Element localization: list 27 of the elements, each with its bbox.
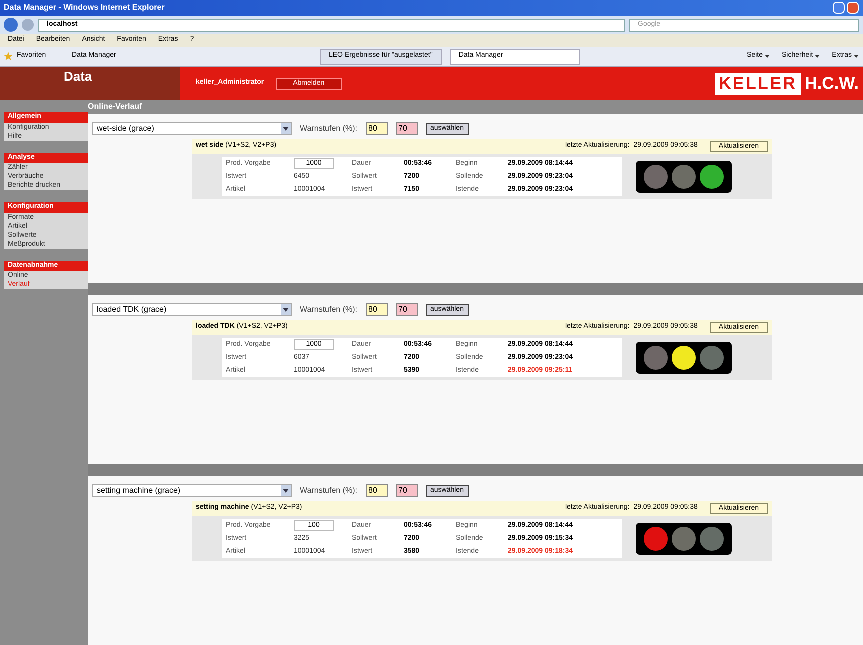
warn-field[interactable]: 70: [396, 303, 418, 316]
logo: Data: [0, 67, 180, 100]
window-title: Data Manager - Windows Internet Explorer: [4, 2, 165, 14]
dropdown-icon: [281, 123, 291, 134]
caret-icon: [815, 55, 820, 58]
warn-field[interactable]: 80: [366, 122, 388, 135]
caret-icon: [854, 55, 859, 58]
warn-label: Warnstufen (%):: [300, 122, 358, 134]
group-select[interactable]: setting machine (grace): [92, 484, 292, 497]
warn-field[interactable]: 80: [366, 303, 388, 316]
warn-label: Warnstufen (%):: [300, 484, 358, 496]
minimize-icon[interactable]: [833, 2, 845, 14]
back-icon[interactable]: [4, 18, 18, 32]
caret-icon: [765, 55, 770, 58]
warn-field[interactable]: 80: [366, 484, 388, 497]
brand-logo: KELLER: [714, 72, 802, 94]
page-title: Online-Verlauf: [88, 101, 142, 113]
warn-field[interactable]: 70: [396, 484, 418, 497]
group-select[interactable]: wet-side (grace): [92, 122, 292, 135]
star-icon: [4, 52, 13, 61]
warn-field[interactable]: 70: [396, 122, 418, 135]
warn-label: Warnstufen (%):: [300, 304, 358, 316]
close-icon[interactable]: [847, 2, 859, 14]
group-select[interactable]: loaded TDK (grace): [92, 303, 292, 316]
dropdown-icon: [281, 304, 291, 315]
brand-suffix: H.C.W.: [805, 72, 859, 95]
dropdown-icon: [281, 485, 291, 496]
